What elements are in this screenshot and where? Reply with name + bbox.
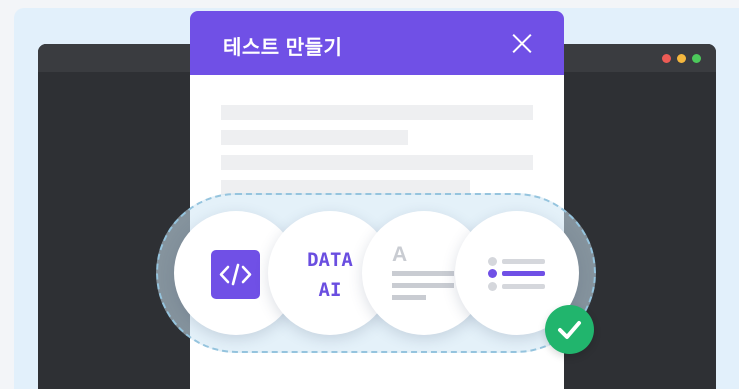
text-line-icon (392, 295, 426, 300)
check-icon (545, 305, 594, 354)
text-line-icon (392, 283, 454, 288)
minimize-window-dot[interactable] (677, 54, 686, 63)
bullet-icon (488, 257, 497, 266)
list-bar-selected (502, 271, 545, 276)
dialog-title: 테스트 만들기 (223, 37, 343, 59)
close-icon[interactable] (512, 33, 532, 53)
maximize-window-dot[interactable] (692, 54, 701, 63)
code-icon (211, 250, 260, 299)
text-letter-icon: A (392, 243, 408, 266)
text-line-icon (392, 271, 454, 276)
placeholder-line (221, 130, 408, 145)
list-bar (502, 259, 545, 264)
bullet-selected-icon (488, 269, 497, 278)
placeholder-line (221, 155, 533, 170)
list-bar (502, 284, 545, 289)
placeholder-line (221, 105, 533, 120)
dialog-header: 테스트 만들기 (190, 11, 564, 75)
close-window-dot[interactable] (662, 54, 671, 63)
bullet-icon (488, 282, 497, 291)
